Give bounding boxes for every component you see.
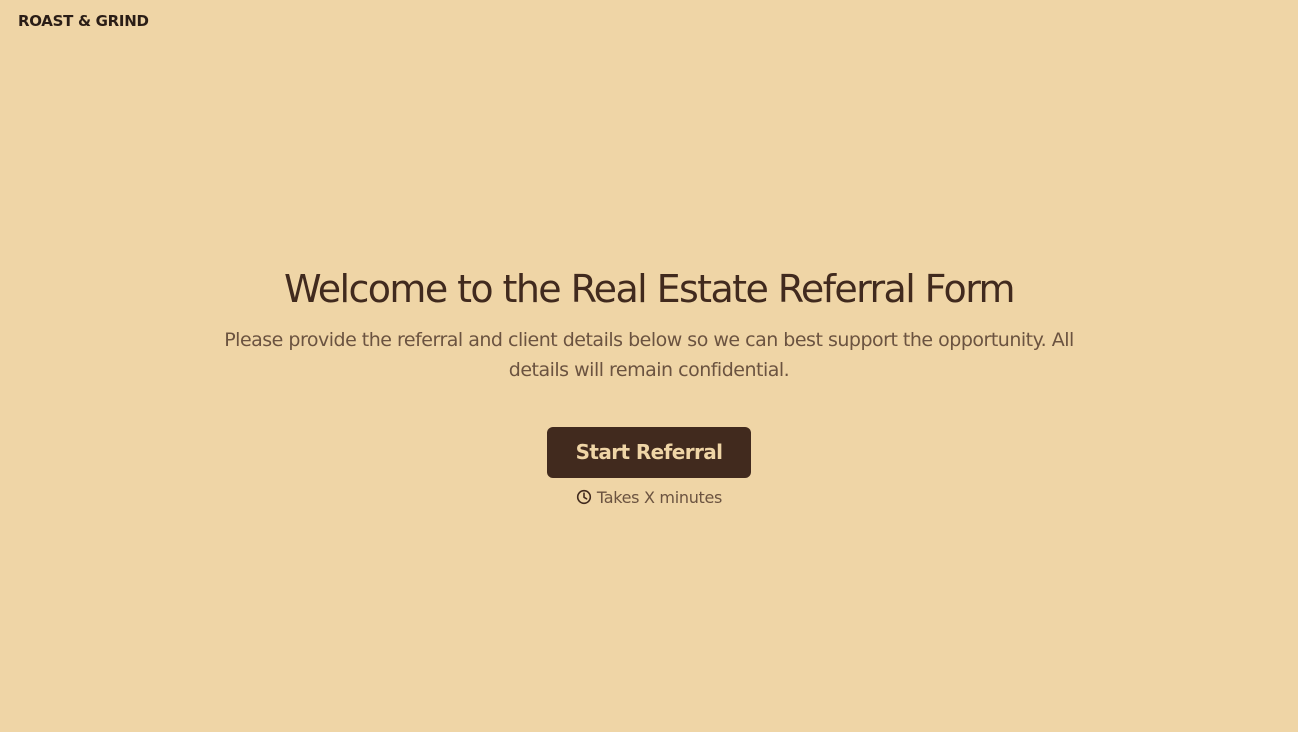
duration-text: Takes X minutes: [596, 488, 723, 507]
start-referral-button[interactable]: Start Referral: [547, 427, 751, 478]
page-title: Welcome to the Real Estate Referral Form: [284, 267, 1016, 311]
brand-logo: ROAST & GRIND: [18, 12, 149, 30]
welcome-screen: Welcome to the Real Estate Referral Form…: [0, 265, 1298, 508]
clock-icon: [576, 489, 592, 505]
duration-note: Takes X minutes: [0, 488, 1298, 508]
page-subtitle: Please provide the referral and client d…: [224, 329, 1074, 381]
